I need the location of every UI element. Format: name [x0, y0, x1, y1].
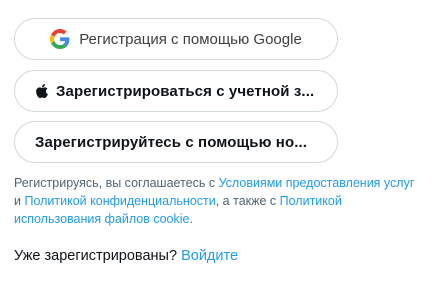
google-signup-label: Регистрация с помощью Google	[79, 30, 302, 48]
apple-icon	[36, 84, 48, 98]
google-signup-button[interactable]: Регистрация с помощью Google	[14, 18, 338, 60]
apple-signup-label: Зарегистрироваться с учетной з...	[56, 82, 315, 100]
terms-notice: Регистрируясь, вы соглашаетесь с Условия…	[14, 174, 424, 228]
terms-suffix: .	[189, 212, 193, 226]
terms-also: , а также с	[215, 194, 280, 208]
privacy-policy-link[interactable]: Политикой конфиденциальности	[24, 194, 215, 208]
login-link[interactable]: Войдите	[181, 248, 238, 264]
phone-signup-label: Зарегистрируйтесь с помощью но...	[35, 133, 308, 151]
apple-signup-button[interactable]: Зарегистрироваться с учетной з...	[14, 70, 338, 112]
terms-and: и	[14, 194, 25, 208]
terms-of-service-link[interactable]: Условиями предоставления услуг	[219, 176, 415, 190]
terms-prefix: Регистрируясь, вы соглашаетесь с	[14, 176, 219, 190]
login-question: Уже зарегистрированы?	[14, 248, 178, 264]
phone-signup-button[interactable]: Зарегистрируйтесь с помощью но...	[14, 121, 338, 163]
signup-panel: Регистрация с помощью Google Зарегистрир…	[0, 0, 437, 308]
login-prompt: Уже зарегистрированы? Войдите	[14, 248, 238, 264]
google-g-icon	[50, 29, 70, 49]
